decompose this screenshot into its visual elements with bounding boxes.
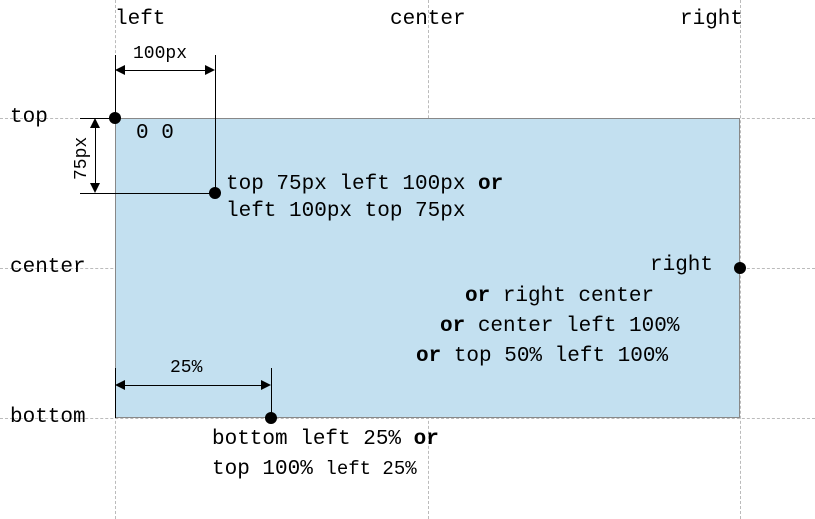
label-right-d-row: or top 50% left 100%: [416, 345, 668, 368]
label-tl-offset-line1: top 75px left 100px or: [226, 173, 503, 196]
or-5: or: [414, 428, 439, 451]
label-right-c-row: or center left 100%: [440, 315, 679, 338]
dim-75px-label: 75px: [72, 137, 92, 180]
diagram-canvas: left center right top center bottom 100p…: [0, 0, 815, 519]
axis-label-center-side: center: [10, 256, 86, 279]
axis-label-bottom: bottom: [10, 406, 86, 429]
dim-100px-label: 100px: [133, 44, 187, 64]
dim-100px-arrow-left: [115, 65, 125, 75]
or-4: or: [416, 345, 441, 368]
label-right-b: right center: [490, 285, 654, 308]
dot-top-left-offset: [209, 187, 221, 199]
label-bottom-b-1: top 100%: [212, 458, 325, 481]
dim-25pct-arrow-right: [261, 380, 271, 390]
label-right-a: right: [650, 254, 713, 277]
dim-100px-tick-right: [215, 55, 216, 193]
label-tl-offset-a: top 75px left 100px: [226, 173, 478, 196]
dim-75px-tick-bottom: [80, 193, 215, 194]
label-right-d: top 50% left 100%: [441, 345, 668, 368]
label-right-b-row: or right center: [465, 285, 654, 308]
dim-75px-line: [95, 123, 96, 188]
dot-origin: [109, 112, 121, 124]
position-box: [115, 118, 740, 418]
axis-label-center: center: [390, 8, 466, 31]
dim-100px-line: [120, 70, 210, 71]
axis-label-left: left: [115, 8, 165, 31]
label-bottom-a-row: bottom left 25% or: [212, 428, 439, 451]
or-2: or: [465, 285, 490, 308]
label-tl-offset-b: left 100px top 75px: [226, 200, 465, 223]
dim-25pct-tick-left: [115, 368, 116, 418]
dim-100px-arrow-right: [205, 65, 215, 75]
grid-v-right: [740, 0, 741, 519]
dim-25pct-label: 25%: [170, 358, 202, 378]
dim-25pct-tick-right: [271, 368, 272, 418]
or-3: or: [440, 315, 465, 338]
dim-75px-arrow-up: [90, 118, 100, 128]
dim-25pct-line: [120, 385, 266, 386]
or-1: or: [478, 173, 503, 196]
label-bottom-a: bottom left 25%: [212, 428, 414, 451]
label-right-c: center left 100%: [465, 315, 679, 338]
grid-h-bottom: [0, 418, 815, 419]
axis-label-right: right: [680, 8, 743, 31]
dim-75px-arrow-down: [90, 183, 100, 193]
axis-label-top: top: [10, 106, 48, 129]
dot-bottom-left-25: [265, 412, 277, 424]
dim-25pct-arrow-left: [115, 380, 125, 390]
label-bottom-b-2: left 25%: [325, 458, 416, 480]
label-bottom-b-row: top 100% left 25%: [212, 458, 417, 481]
label-origin: 0 0: [136, 122, 174, 145]
dot-right-center: [734, 262, 746, 274]
